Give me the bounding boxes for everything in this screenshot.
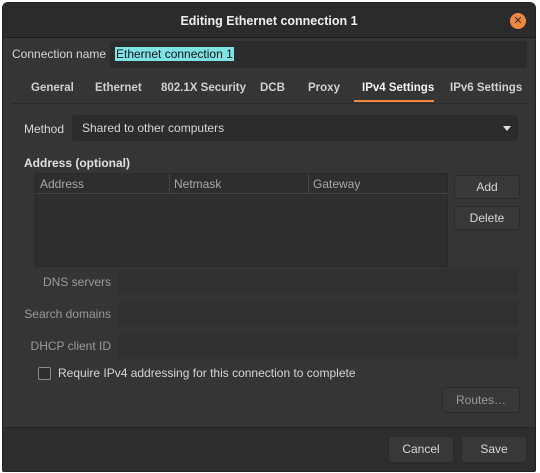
ipv4-settings-panel: Method Shared to other computers Address… [11,105,529,427]
column-header-address[interactable]: Address [36,174,170,194]
method-select[interactable]: Shared to other computers [72,115,518,141]
method-value: Shared to other computers [82,121,225,135]
tab-proxy[interactable]: Proxy [308,74,340,104]
dialog-footer: Cancel Save [3,427,535,471]
save-button[interactable]: Save [461,436,527,463]
dhcp-client-id-label: DHCP client ID [30,339,111,353]
column-header-gateway[interactable]: Gateway [309,174,448,194]
tab-dcb[interactable]: DCB [260,74,285,104]
tab-ipv6-settings[interactable]: IPv6 Settings [450,74,522,104]
window-title: Editing Ethernet connection 1 [180,14,358,28]
routes-button[interactable]: Routes… [442,387,520,413]
connection-name-label: Connection name [12,47,107,61]
tab-ethernet[interactable]: Ethernet [95,74,142,104]
active-tab-indicator [354,100,434,102]
require-ipv4-checkbox[interactable] [38,367,51,380]
tab-general[interactable]: General [31,74,74,104]
dns-servers-input[interactable] [117,269,519,295]
search-domains-label: Search domains [24,307,111,321]
tab-bar: General Ethernet 802.1X Security DCB Pro… [11,74,529,104]
add-button[interactable]: Add [454,175,520,199]
search-domains-input[interactable] [117,301,519,327]
connection-name-input[interactable]: Ethernet connection 1 [110,41,527,68]
delete-button[interactable]: Delete [454,206,520,230]
require-ipv4-label: Require IPv4 addressing for this connect… [58,366,356,380]
close-icon[interactable]: ✕ [510,13,526,29]
tab-8021x-security[interactable]: 802.1X Security [161,74,246,104]
column-header-netmask[interactable]: Netmask [170,174,309,194]
titlebar: Editing Ethernet connection 1 ✕ [3,3,535,38]
address-heading: Address (optional) [24,156,131,170]
dns-servers-label: DNS servers [42,275,111,289]
cancel-button[interactable]: Cancel [388,436,454,463]
method-label: Method [24,122,65,136]
address-table[interactable]: Address Netmask Gateway [35,173,448,267]
dhcp-client-id-input[interactable] [117,333,519,359]
chevron-down-icon [503,126,511,131]
dialog-window: Editing Ethernet connection 1 ✕ Connecti… [2,2,536,472]
connection-name-value: Ethernet connection 1 [115,47,234,61]
